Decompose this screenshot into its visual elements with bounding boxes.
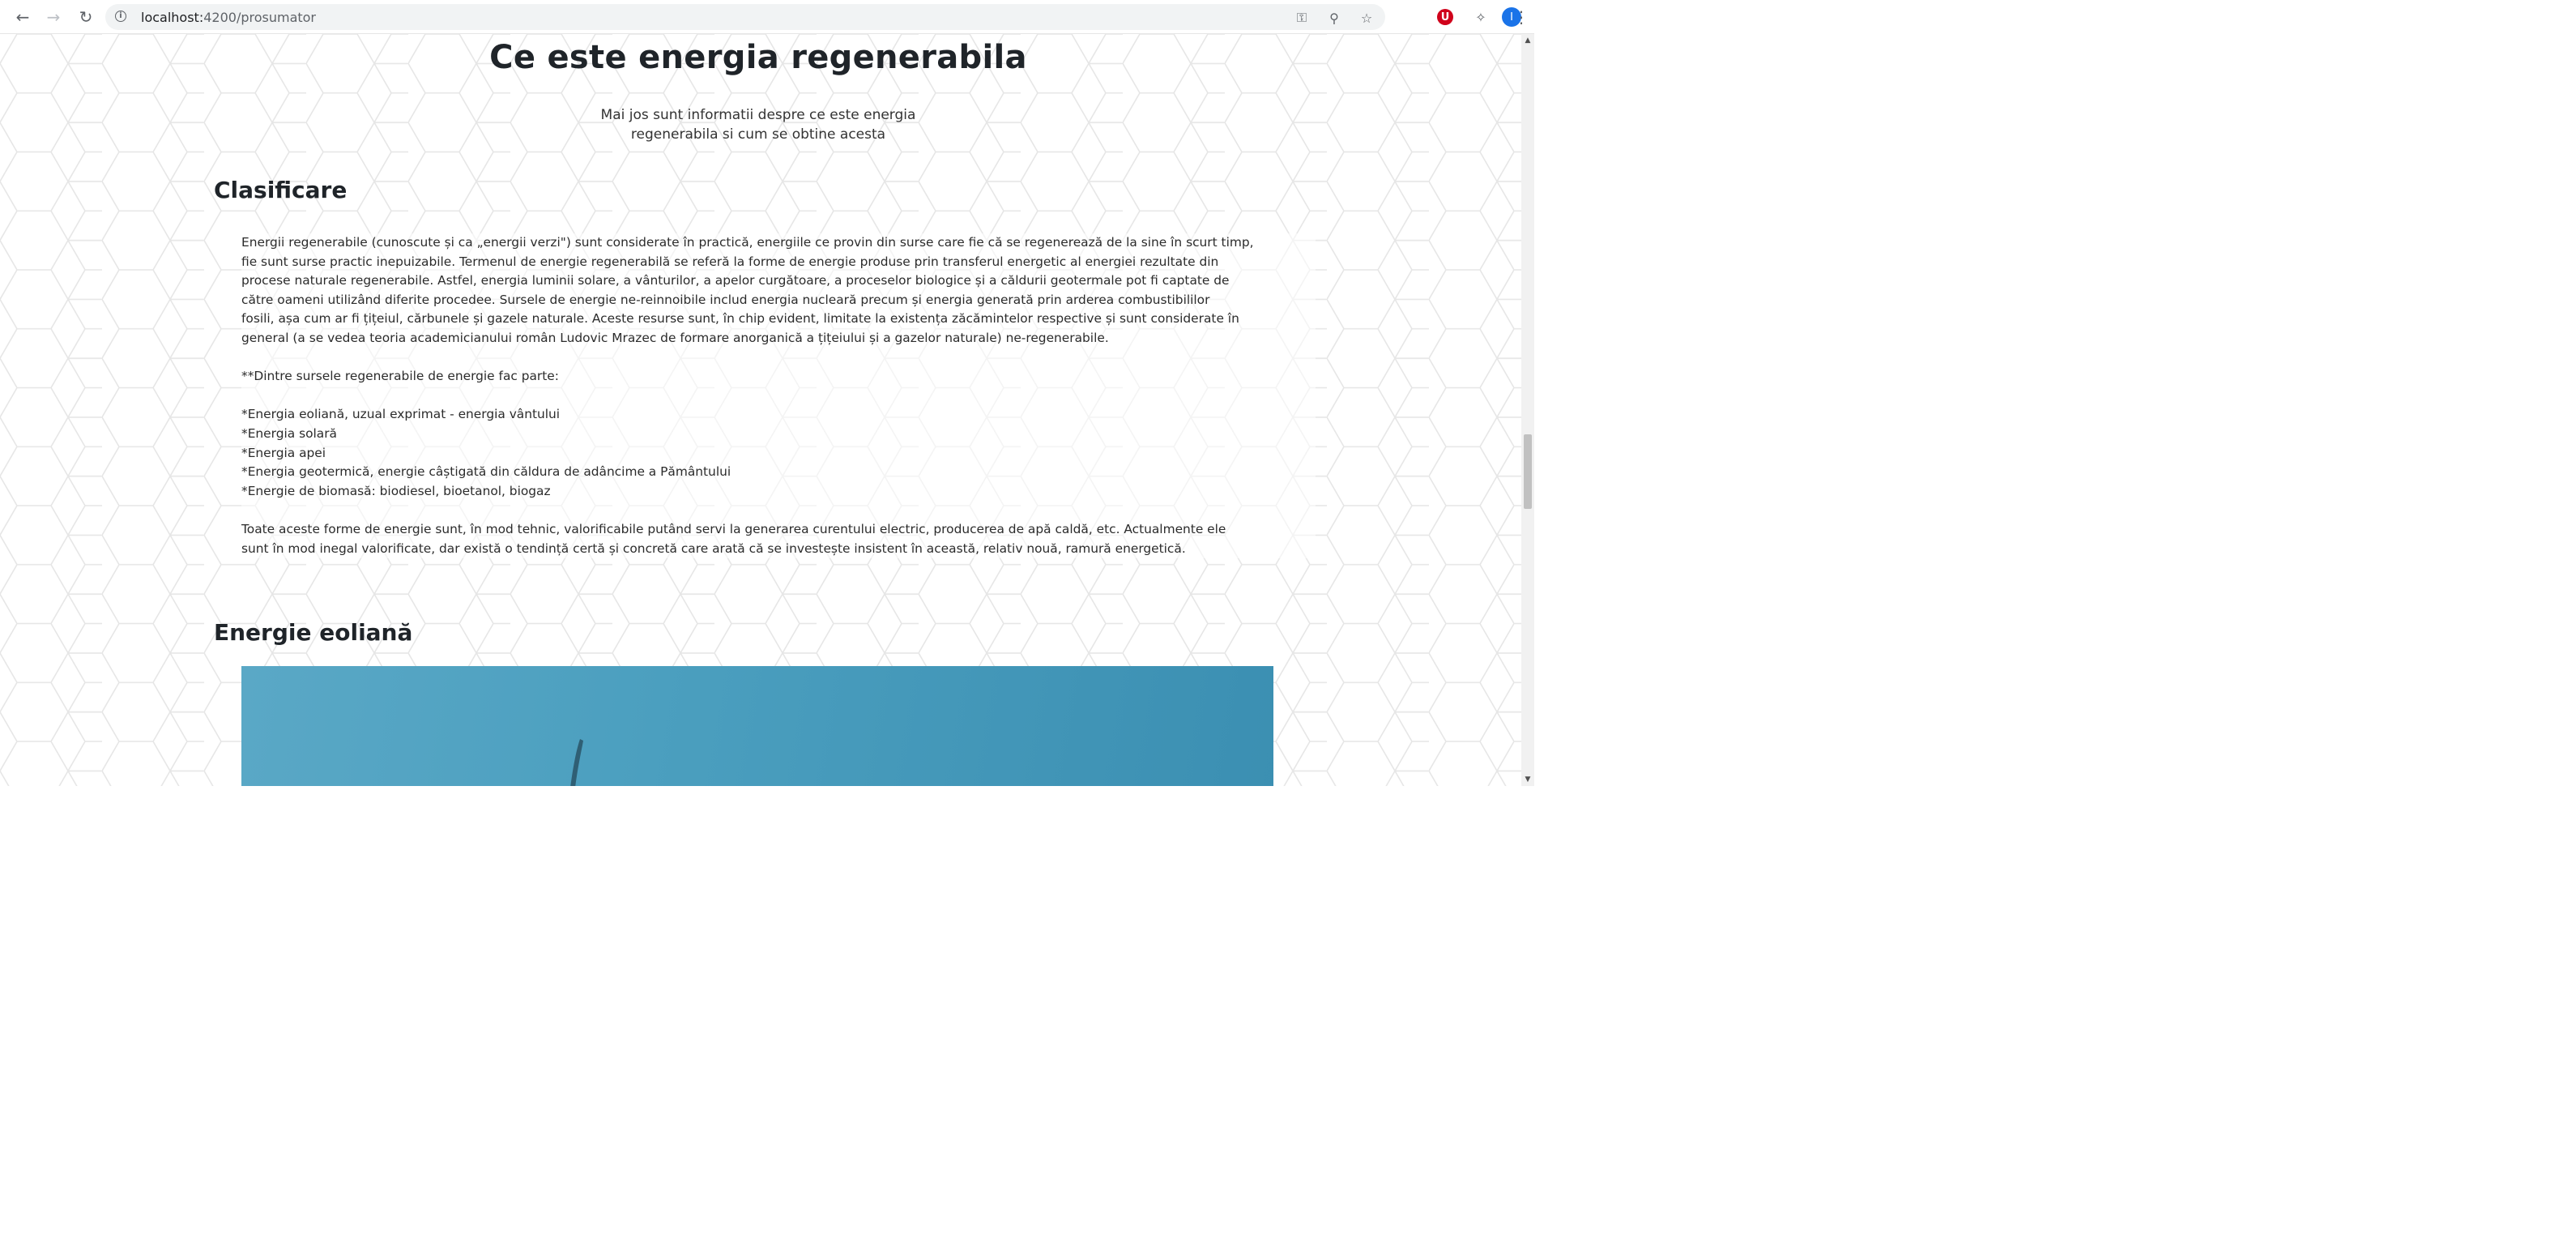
source-item: *Energie de biomasă: biodiesel, bioetano…: [241, 483, 551, 498]
back-icon[interactable]: ←: [11, 6, 34, 28]
page-subtitle: Mai jos sunt informatii despre ce este e…: [588, 105, 928, 144]
source-item: *Energia solară: [241, 425, 337, 441]
url-text[interactable]: localhost:4200/prosumator: [141, 10, 316, 25]
menu-icon[interactable]: ⋮: [1510, 6, 1533, 28]
url-path: 4200/prosumator: [203, 10, 317, 25]
reload-icon[interactable]: ↻: [75, 6, 97, 28]
key-icon[interactable]: ⚿: [1293, 9, 1311, 27]
source-item: *Energia geotermică, energie câștigată d…: [241, 464, 731, 480]
subtitle-line: regenerabila si cum se obtine acesta: [630, 126, 886, 143]
info-icon[interactable]: i: [115, 11, 126, 22]
scroll-up-icon[interactable]: ▲: [1521, 34, 1534, 47]
browser-toolbar: ← → ↻ i localhost:4200/prosumator ⚿ ⚲ ☆ …: [0, 0, 1534, 34]
star-icon[interactable]: ☆: [1358, 9, 1375, 27]
closing-line: Toate aceste forme de energie sunt, în m…: [241, 521, 1226, 536]
paragraph-line: Energii regenerabile (cunoscute și ca „e…: [241, 235, 1254, 250]
paragraph-line: fie sunt surse practic inepuizabile. Ter…: [241, 254, 1219, 269]
section-title-eoliana: Energie eoliană: [214, 619, 413, 646]
page-scrollbar[interactable]: ▲ ▼: [1521, 34, 1534, 786]
turbine-blade-icon: [570, 739, 583, 786]
source-item: *Energia apei: [241, 445, 326, 460]
paragraph-line: fosili, așa cum ar fi țițeiul, cărbunele…: [241, 311, 1239, 327]
scroll-down-icon[interactable]: ▼: [1521, 773, 1534, 786]
closing-line: sunt în mod inegal valorificate, dar exi…: [241, 540, 1186, 556]
paragraph-line: către oameni utilizând diferite procedee…: [241, 292, 1210, 307]
section-title-clasificare: Clasificare: [214, 177, 348, 203]
address-bar[interactable]: i localhost:4200/prosumator ⚿ ⚲ ☆: [105, 4, 1385, 30]
extension-badge: U: [1440, 11, 1450, 23]
page-title: Ce este energia regenerabila: [489, 39, 1027, 76]
wind-turbine-image: [241, 666, 1273, 786]
page-viewport: Ce este energia regenerabila Mai jos sun…: [0, 34, 1521, 786]
scrollbar-thumb[interactable]: [1524, 434, 1532, 509]
zoom-icon[interactable]: ⚲: [1325, 9, 1343, 27]
paragraph-line: procese naturale regenerabile. Astfel, e…: [241, 273, 1230, 288]
subtitle-line: Mai jos sunt informatii despre ce este e…: [600, 107, 916, 123]
paragraph-line: general (a se vedea teoria academicianul…: [241, 330, 1109, 345]
opera-icon[interactable]: U: [1437, 9, 1453, 25]
extensions-icon[interactable]: ✧: [1471, 7, 1491, 27]
url-host: localhost:: [141, 10, 204, 25]
clasificare-text: Energii regenerabile (cunoscute și ca „e…: [241, 233, 1316, 559]
forward-icon[interactable]: →: [42, 6, 65, 28]
sources-intro: **Dintre sursele regenerabile de energie…: [241, 369, 559, 384]
browser-window: ← → ↻ i localhost:4200/prosumator ⚿ ⚲ ☆ …: [0, 0, 1534, 786]
source-item: *Energia eoliană, uzual exprimat - energ…: [241, 407, 561, 422]
